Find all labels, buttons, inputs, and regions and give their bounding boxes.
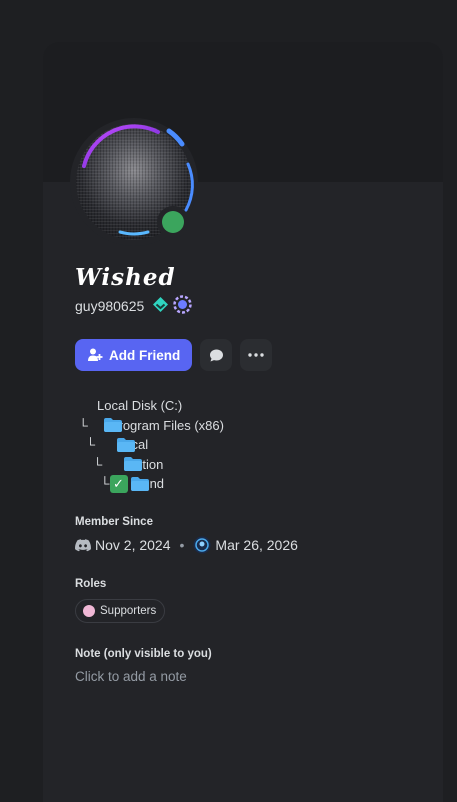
roles-heading: Roles — [75, 578, 107, 590]
role-name: Supporters — [100, 605, 157, 617]
folder-icon — [102, 457, 150, 491]
note-heading: Note (only visible to you) — [75, 648, 212, 660]
quest-badge-icon[interactable] — [152, 296, 169, 316]
role-color-dot — [83, 605, 95, 617]
role-pill[interactable]: Supporters — [75, 599, 166, 623]
server-icon — [193, 536, 211, 554]
note-input[interactable]: Click to add a note — [75, 669, 187, 684]
folder-icon — [88, 418, 135, 452]
online-status-indicator — [157, 206, 189, 238]
profile-actions: Add Friend — [75, 339, 273, 371]
folder-icon — [75, 399, 122, 433]
profile-bio: Local Disk (C:) └ Program Files (x86) └ … — [75, 396, 224, 494]
profile-card: Wished guy980625 Add Friend Local Disk (… — [43, 42, 443, 802]
discord-join-date: Nov 2, 2024 — [95, 537, 171, 553]
add-friend-button[interactable]: Add Friend — [75, 339, 193, 371]
server-join-date: Mar 26, 2026 — [215, 537, 298, 553]
more-options-button[interactable] — [240, 339, 273, 371]
username-row: guy980625 — [75, 295, 193, 317]
display-name: Wished — [75, 264, 176, 291]
nitro-badge-icon[interactable] — [173, 295, 193, 317]
add-friend-label: Add Friend — [109, 347, 181, 363]
member-since-row: Nov 2, 2024 • Mar 26, 2026 — [75, 536, 298, 554]
member-since-heading: Member Since — [75, 516, 153, 528]
separator-dot: • — [179, 537, 185, 553]
bio-line: └ Program Files (x86) — [75, 416, 224, 452]
ellipsis-icon — [248, 353, 264, 357]
folder-icon — [95, 438, 142, 472]
chat-bubble-icon — [209, 349, 223, 361]
discord-logo-icon — [75, 538, 91, 551]
add-friend-icon — [88, 348, 103, 361]
bio-line: └ Local — [75, 435, 224, 472]
avatar[interactable] — [70, 118, 198, 246]
bio-line: Local Disk (C:) — [75, 396, 224, 433]
username: guy980625 — [75, 298, 145, 314]
message-button[interactable] — [200, 339, 233, 371]
